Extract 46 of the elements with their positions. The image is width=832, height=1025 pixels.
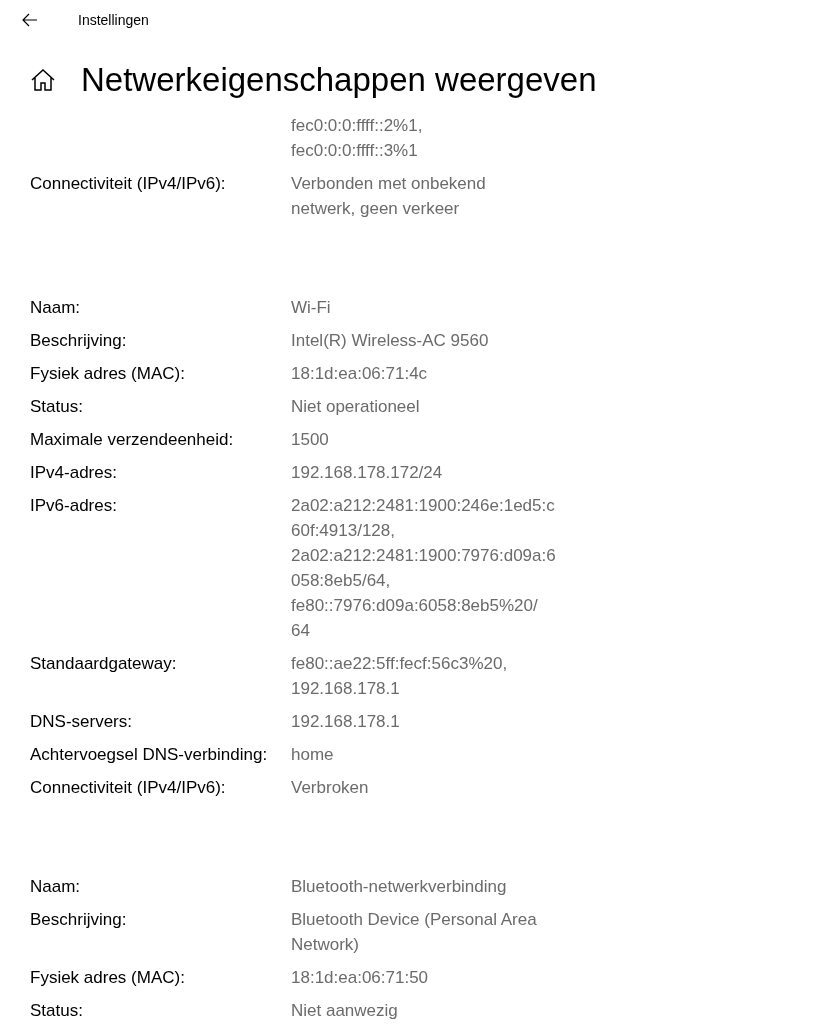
property-value: 192.168.178.172/24 <box>291 462 443 484</box>
property-value: fe80::ae22:5ff:fecf:56c3%20, <box>291 653 508 675</box>
back-arrow-icon <box>22 13 38 27</box>
property-value: 1500 <box>291 429 329 451</box>
property-label: Fysiek adres (MAC): <box>30 968 185 987</box>
app-title: Instellingen <box>78 10 149 30</box>
property-value: netwerk, geen verkeer <box>291 198 461 220</box>
property-label: Status: <box>30 397 83 416</box>
property-label: Achtervoegsel DNS-verbinding: <box>30 745 268 764</box>
property-label: DNS-servers: <box>30 712 132 731</box>
property-label: Naam: <box>30 877 81 896</box>
property-value: home <box>291 744 334 766</box>
property-label: Connectiviteit (IPv4/IPv6): <box>30 778 226 797</box>
property-value: Wi-Fi <box>291 297 331 319</box>
property-value: 18:1d:ea:06:71:50 <box>291 967 429 989</box>
property-label: Standaardgateway: <box>30 654 177 673</box>
property-label: Naam: <box>30 298 81 317</box>
property-value: Network) <box>291 934 360 956</box>
property-label: IPv6-adres: <box>30 496 117 515</box>
property-value: Intel(R) Wireless-AC 9560 <box>291 330 489 352</box>
property-value: 18:1d:ea:06:71:4c <box>291 363 428 385</box>
property-label: Fysiek adres (MAC): <box>30 364 185 383</box>
property-label: Beschrijving: <box>30 331 127 350</box>
property-value: Verbonden met onbekend <box>291 173 486 195</box>
property-label: Connectiviteit (IPv4/IPv6): <box>30 174 226 193</box>
property-value: 192.168.178.1 <box>291 678 401 700</box>
property-value: 192.168.178.1 <box>291 711 400 733</box>
property-label: Status: <box>30 1001 83 1020</box>
property-label: Beschrijving: <box>30 910 127 929</box>
page-title: Netwerkeigenschappen weergeven <box>81 60 597 100</box>
property-value: 058:8eb5/64, <box>291 570 392 592</box>
property-value: Niet aanwezig <box>291 1000 398 1022</box>
property-value: Niet operationeel <box>291 396 420 418</box>
property-value: fec0:0:0:ffff::2%1, <box>291 118 423 137</box>
home-icon[interactable] <box>31 69 55 91</box>
property-value: fec0:0:0:ffff::3%1 <box>291 140 419 162</box>
property-label: IPv4-adres: <box>30 463 117 482</box>
property-value: Bluetooth Device (Personal Area <box>291 909 537 931</box>
property-value: Verbroken <box>291 777 369 799</box>
property-value: 64 <box>291 620 311 642</box>
property-value: 2a02:a212:2481:1900:7976:d09a:6 <box>291 545 556 567</box>
property-value: 2a02:a212:2481:1900:246e:1ed5:c <box>291 495 556 517</box>
property-value: Bluetooth-netwerkverbinding <box>291 876 507 898</box>
property-label: Maximale verzendeenheid: <box>30 430 234 449</box>
property-value: 60f:4913/128, <box>291 520 396 542</box>
property-value: fe80::7976:d09a:6058:8eb5%20/ <box>291 595 539 617</box>
